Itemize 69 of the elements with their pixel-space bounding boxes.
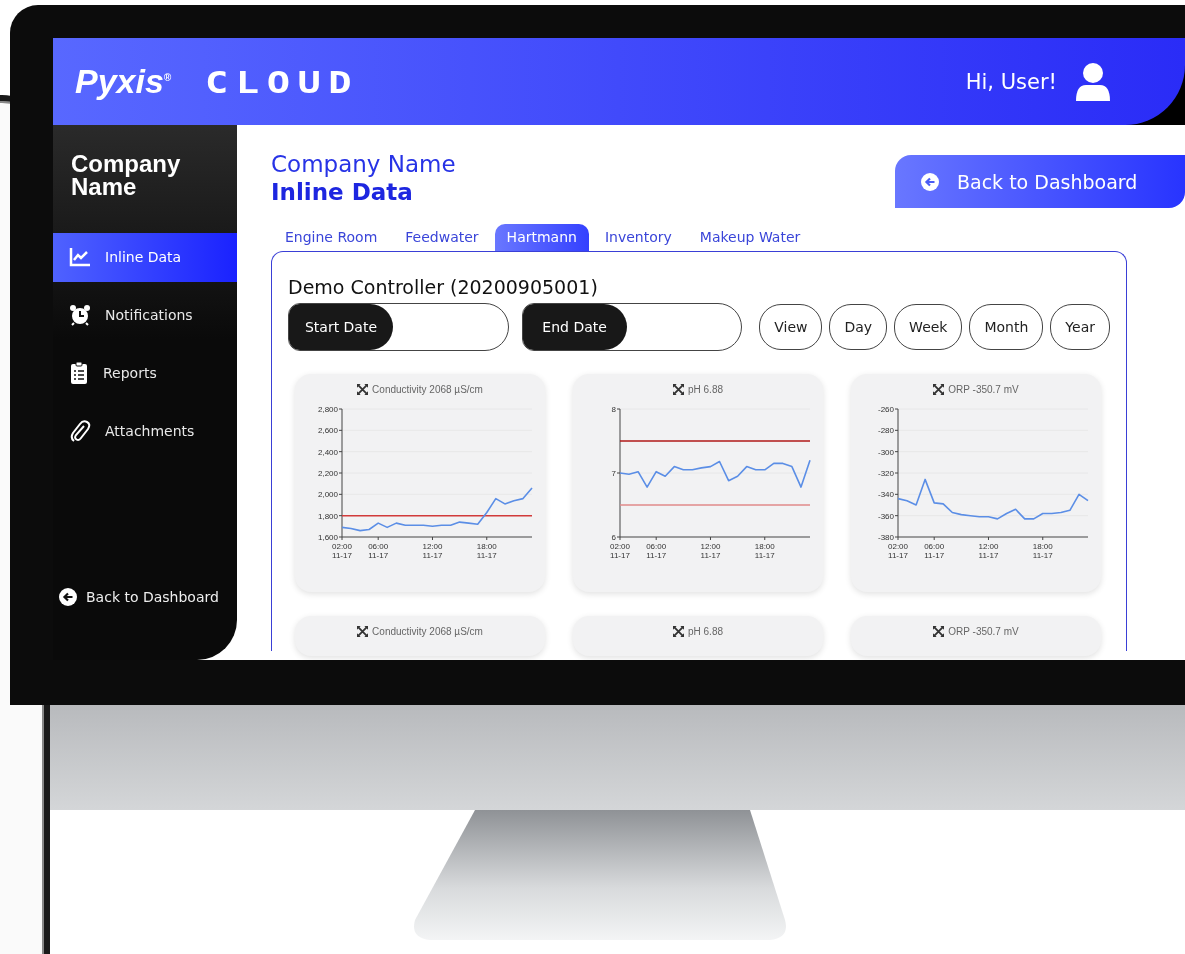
location-tab[interactable]: Hartmann [494,224,589,251]
location-tab[interactable]: Inventory [592,224,684,251]
sidebar-item[interactable]: Attachments [53,406,237,456]
y-tick-label: 2,800 [317,405,338,414]
brand-logo: Pyxis$^{®}$ [75,62,172,101]
y-tick-label: 1,600 [317,533,338,542]
controller-title: Demo Controller (20200905001) [288,276,599,298]
y-tick-label: -300 [878,447,894,457]
sidebar-item[interactable]: Inline Data [53,232,237,282]
range-button[interactable]: View [759,304,823,350]
range-button[interactable]: Year [1050,304,1110,350]
y-tick-label: -320 [878,469,894,478]
range-button[interactable]: Week [894,304,963,350]
chart-title: Conductivity 2068 µS/cm [372,626,483,637]
back-to-dashboard-button[interactable]: Back to Dashboard [895,155,1185,208]
location-tab[interactable]: Feedwater [393,224,491,251]
chart-title: pH 6.88 [688,626,723,637]
chart-title: ORP -350.7 mV [948,384,1019,395]
sidebar-item[interactable]: Notifications [53,290,237,340]
x-tick-label: 18:00 11-17 [754,542,775,560]
x-tick-label: 18:00 11-17 [1032,542,1053,560]
x-tick-label: 18:00 11-17 [476,542,497,560]
expand-arrows-icon[interactable] [673,626,684,637]
y-tick-label: 2,400 [317,447,338,457]
sidebar-company-name: Company Name [70,153,182,199]
y-tick-label: 2,600 [317,426,338,436]
user-icon[interactable] [1073,61,1113,102]
x-tick-label: 02:00 11-17 [888,542,908,560]
range-button[interactable]: Month [969,304,1044,350]
x-tick-label: 12:00 11-17 [422,542,443,560]
location-tab[interactable]: Makeup Water [687,224,813,251]
range-button[interactable]: Day [829,304,888,350]
x-tick-label: 06:00 11-17 [924,542,945,560]
y-tick-label: -260 [878,405,894,414]
y-tick-label: -340 [878,490,894,500]
y-tick-label: 1,800 [317,511,338,521]
expand-arrows-icon[interactable] [357,384,369,395]
y-tick-label: 7 [611,469,616,478]
y-tick-label: 2,000 [317,490,338,500]
alarm-clock-icon [69,304,91,327]
x-tick-label: 12:00 11-17 [700,542,721,560]
x-tick-label: 02:00 11-17 [610,542,630,560]
y-tick-label: 6 [611,533,616,542]
chart-title: pH 6.88 [688,384,723,395]
x-tick-label: 06:00 11-17 [646,542,667,560]
expand-arrows-icon[interactable] [673,384,684,395]
y-tick-label: 8 [611,405,616,414]
expand-arrows-icon[interactable] [933,384,945,395]
back-to-dashboard-link[interactable]: Back to Dashboard [53,588,237,606]
user-greeting: Hi, User! [965,69,1057,94]
paperclip-icon [69,419,91,444]
chart-title: Conductivity 2068 µS/cm [372,384,483,395]
product-logo: CLOUD [205,63,360,100]
clipboard-icon [69,361,89,386]
y-tick-label: -380 [878,533,894,542]
location-tab[interactable]: Engine Room [273,224,390,251]
x-tick-label: 02:00 11-17 [332,542,352,560]
y-tick-label: 2,200 [317,469,338,478]
expand-arrows-icon[interactable] [933,626,945,637]
page-title: Inline Data [271,179,414,205]
line-chart-icon [69,247,91,268]
sidebar-item[interactable]: Reports [53,348,237,398]
chart-title: ORP -350.7 mV [948,626,1019,637]
x-tick-label: 06:00 11-17 [368,542,389,560]
y-tick-label: -360 [878,511,894,521]
y-tick-label: -280 [878,426,894,436]
expand-arrows-icon[interactable] [357,626,369,637]
company-heading: Company Name [271,151,456,177]
x-tick-label: 12:00 11-17 [978,542,999,560]
